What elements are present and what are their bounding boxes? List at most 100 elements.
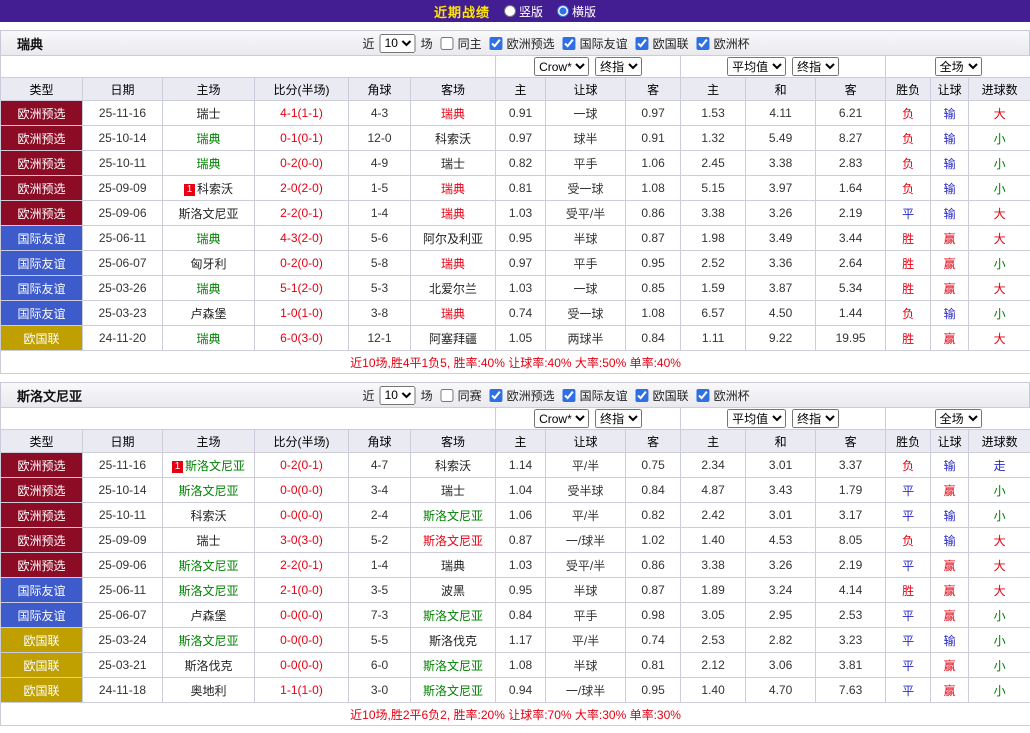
away-team-name: 瑞典: [441, 107, 465, 121]
away-team-name: 斯洛文尼亚: [423, 684, 483, 698]
column-header: 主: [681, 430, 746, 453]
recent-count-select[interactable]: 10: [380, 34, 416, 53]
away-team-cell: 瑞典: [411, 201, 496, 226]
euro-source-select[interactable]: 平均值: [727, 409, 786, 428]
euro-stage-select[interactable]: 终指: [792, 409, 839, 428]
home-team-cell: 瑞典: [163, 126, 255, 151]
asian-home-odds: 1.03: [496, 276, 546, 301]
asian-away-odds: 0.95: [626, 678, 681, 703]
same-condition-checkbox[interactable]: [441, 389, 454, 402]
scope-select[interactable]: 全场: [935, 409, 982, 428]
score-halftime: 0-2(0-0): [255, 151, 349, 176]
match-row: 国际友谊25-06-07卢森堡0-0(0-0)7-3斯洛文尼亚0.84平手0.9…: [1, 603, 1030, 628]
competition-checkbox[interactable]: [697, 37, 710, 50]
match-row: 欧洲预选25-09-06斯洛文尼亚2-2(0-1)1-4瑞典1.03受平/半0.…: [1, 201, 1030, 226]
competition-checkbox[interactable]: [490, 37, 503, 50]
bookmaker-select[interactable]: Crow*: [534, 409, 589, 428]
competition-checkbox[interactable]: [563, 37, 576, 50]
asian-handicap: 平/半: [546, 628, 626, 653]
result-outcome: 平: [886, 628, 931, 653]
euro-away-odds: 2.64: [816, 251, 886, 276]
euro-draw-odds: 3.26: [746, 553, 816, 578]
filter-bar: 近10场同主欧洲预选国际友谊欧国联欧洲杯: [363, 34, 750, 53]
euro-away-odds: 1.44: [816, 301, 886, 326]
result-outcome: 胜: [886, 276, 931, 301]
competition-checkbox[interactable]: [636, 389, 649, 402]
home-team-name: 斯洛文尼亚: [178, 207, 238, 221]
euro-source-select[interactable]: 平均值: [727, 57, 786, 76]
layout-radio[interactable]: [557, 5, 569, 17]
home-team-name: 斯洛文尼亚: [178, 484, 238, 498]
result-outcome: 平: [886, 478, 931, 503]
asian-home-odds: 1.17: [496, 628, 546, 653]
column-header-row: 类型日期主场比分(半场)角球客场主让球客主和客胜负让球进球数: [1, 430, 1030, 453]
match-row: 欧洲预选25-10-11科索沃0-0(0-0)2-4斯洛文尼亚1.06平/半0.…: [1, 503, 1030, 528]
score-halftime: 1-0(1-0): [255, 301, 349, 326]
goals-outcome: 小: [969, 678, 1030, 703]
euro-away-odds: 1.64: [816, 176, 886, 201]
asian-stage-select[interactable]: 终指: [595, 409, 642, 428]
competition-checkbox[interactable]: [563, 389, 576, 402]
same-condition-checkbox[interactable]: [441, 37, 454, 50]
summary-text: 近10场,胜4平1负5, 胜率:40% 让球率:40% 大率:50% 单率:40…: [1, 351, 1030, 374]
corner-count: 5-8: [349, 251, 411, 276]
euro-stage-select[interactable]: 终指: [792, 57, 839, 76]
layout-option-horizontal[interactable]: 横版: [557, 3, 596, 20]
away-team-name: 瑞典: [441, 182, 465, 196]
recent-count-select[interactable]: 10: [380, 386, 416, 405]
match-type-badge: 欧洲预选: [1, 151, 83, 176]
home-team-name: 科索沃: [190, 509, 226, 523]
home-team-cell: 斯洛文尼亚: [163, 628, 255, 653]
home-team-cell: 匈牙利: [163, 251, 255, 276]
euro-draw-odds: 4.53: [746, 528, 816, 553]
euro-draw-odds: 3.01: [746, 453, 816, 478]
competition-checkbox[interactable]: [636, 37, 649, 50]
handicap-outcome: 赢: [931, 478, 969, 503]
home-team-cell: 斯洛文尼亚: [163, 201, 255, 226]
corner-count: 5-3: [349, 276, 411, 301]
asian-away-odds: 0.84: [626, 326, 681, 351]
handicap-outcome: 赢: [931, 226, 969, 251]
euro-draw-odds: 3.43: [746, 478, 816, 503]
away-team-cell: 斯洛文尼亚: [411, 603, 496, 628]
competition-checkbox[interactable]: [490, 389, 503, 402]
corner-count: 3-4: [349, 478, 411, 503]
layout-radio[interactable]: [504, 5, 516, 17]
goals-outcome: 大: [969, 201, 1030, 226]
asian-home-odds: 1.14: [496, 453, 546, 478]
euro-away-odds: 2.19: [816, 201, 886, 226]
score-halftime: 2-2(0-1): [255, 553, 349, 578]
match-type-badge: 欧国联: [1, 628, 83, 653]
column-header: 客场: [411, 430, 496, 453]
handicap-outcome: 赢: [931, 653, 969, 678]
asian-handicap: 平手: [546, 151, 626, 176]
scope-select[interactable]: 全场: [935, 57, 982, 76]
asian-handicap: 受半球: [546, 478, 626, 503]
bookmaker-select[interactable]: Crow*: [534, 57, 589, 76]
euro-home-odds: 5.15: [681, 176, 746, 201]
euro-away-odds: 8.05: [816, 528, 886, 553]
match-type-badge: 欧洲预选: [1, 126, 83, 151]
rank-badge: 1: [184, 184, 195, 196]
euro-home-odds: 2.12: [681, 653, 746, 678]
asian-stage-select[interactable]: 终指: [595, 57, 642, 76]
asian-home-odds: 0.74: [496, 301, 546, 326]
result-outcome: 平: [886, 553, 931, 578]
corner-count: 5-5: [349, 628, 411, 653]
column-header: 让球: [931, 430, 969, 453]
away-team-cell: 科索沃: [411, 453, 496, 478]
column-header: 主: [496, 430, 546, 453]
recent-matches-table: Crow*终指平均值终指全场类型日期主场比分(半场)角球客场主让球客主和客胜负让…: [0, 55, 1030, 374]
match-date: 25-03-26: [83, 276, 163, 301]
match-type-badge: 欧洲预选: [1, 553, 83, 578]
score-halftime: 2-2(0-1): [255, 201, 349, 226]
layout-option-vertical[interactable]: 竖版: [504, 3, 543, 20]
competition-checkbox[interactable]: [697, 389, 710, 402]
section-team-title: 瑞典: [17, 34, 43, 53]
asian-odds-controls: Crow* 终指: [496, 408, 681, 430]
handicap-outcome: 输: [931, 503, 969, 528]
euro-away-odds: 3.44: [816, 226, 886, 251]
match-row: 欧洲预选25-10-14瑞典0-1(0-1)12-0科索沃0.97球半0.911…: [1, 126, 1030, 151]
asian-handicap: 受一球: [546, 301, 626, 326]
result-outcome: 胜: [886, 326, 931, 351]
